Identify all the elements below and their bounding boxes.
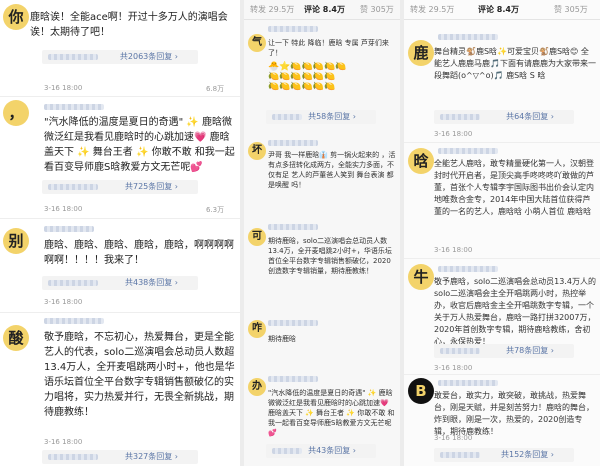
reply-summary[interactable]: 共152条回复 › <box>434 448 574 462</box>
comment-time: 3-16 18:00 <box>434 130 473 138</box>
comment-text: 期待鹿晗，solo二巡演唱会总动员人数13.4万，全开麦唱跳2小时+，华语乐坛首… <box>268 237 392 275</box>
comment-text: 尹哥 我一样鹿晗👔 剪一锅火起来的 ，活有点多扭转化成两方，全能实力多面，不仅有… <box>268 151 396 189</box>
avatar[interactable]: 办 <box>248 378 266 396</box>
avatar[interactable]: B <box>408 378 434 404</box>
comment-time: 3-16 18:00 <box>44 438 83 446</box>
username[interactable] <box>268 224 318 230</box>
reply-summary[interactable]: 共725条回复 › <box>42 180 198 194</box>
comment-text: "汽水降低的温度是夏日的奇遇" ✨ 鹿晗微微泛红是我看见鹿晗时的心跳加速💗 鹿晗… <box>44 117 235 173</box>
comment-text: "汽水降低的温度是夏日的奇遇" ✨ 鹿晗微微泛红是我看见鹿晗时的心跳加速💗 鹿晗… <box>268 389 395 437</box>
tab-bar: 转发 29.5万 评论 8.4万 赞 305万 <box>244 0 400 20</box>
like-count[interactable]: 6.3万 <box>206 205 224 215</box>
reply-summary[interactable]: 共2063条回复 › <box>42 50 198 64</box>
reply-summary[interactable]: 共438条回复 › <box>42 276 198 290</box>
comment-text: 全能艺人鹿晗，敢专精量硬化第一人，汉朝登封时代开启者，是顶尖高手咚咚咚吖敢做的芦… <box>434 159 594 216</box>
username[interactable] <box>44 104 104 110</box>
comment-time: 3-16 18:00 <box>44 298 83 306</box>
comment-text: 鹿晗、鹿晗、鹿晗、鹿晗，鹿晗，啊啊啊啊啊啊！！！！我来了！ <box>44 240 234 266</box>
avatar[interactable]: 鹿 <box>408 40 434 66</box>
tab-comment[interactable]: 评论 8.4万 <box>478 0 519 20</box>
reply-summary[interactable]: 共327条回复 › <box>42 450 198 464</box>
username[interactable] <box>438 266 498 272</box>
emoji-row: 🐣⭐🍋🍋🍋🍋🍋 🍋🍋🍋🍋🍋🍋 🍋🍋🍋🍋🍋🍋 <box>268 62 347 92</box>
comment-text: 舞台精灵🐒鹿S晗✨可爱宝贝🐒鹿S晗😊 全能艺人鹿鹿马鹿🎵下面有请鹿鹿为大家带来一… <box>434 47 596 80</box>
avatar[interactable]: 牛 <box>408 264 434 290</box>
avatar[interactable]: 晗 <box>408 148 434 174</box>
tab-repost[interactable]: 转发 29.5万 <box>250 0 294 20</box>
like-count[interactable]: 6.8万 <box>206 84 224 94</box>
avatar[interactable]: 别 <box>3 228 29 254</box>
avatar[interactable]: 咋 <box>248 320 266 338</box>
comment-time: 3-16 18:00 <box>434 434 473 442</box>
comment-panel-left: 你 鹿晗诶！全能ace啊！开过十多万人的演唱会诶！太期待了吧！ 3-16 18:… <box>0 0 240 466</box>
comment-text: 让一下 特此 降临！鹿晗 专属 芦芽们来了！ <box>268 39 389 57</box>
comment-text: 敢爱台，敢实力，敢突破，敢挑战，热爱舞台，刚是天赋，并是刻苦努力！鹿晗的舞台，炸… <box>434 391 594 436</box>
avatar[interactable]: 你 <box>3 4 29 30</box>
reply-summary[interactable]: 共78条回复 › <box>434 344 574 358</box>
divider <box>0 96 240 97</box>
divider <box>404 258 600 259</box>
username[interactable] <box>438 148 498 154</box>
username[interactable] <box>268 26 318 32</box>
comment-text: 敬予鹿晗，不忘初心，热爱舞台，更是全能艺人的代表，solo二巡演唱会总动员人数超… <box>44 332 235 418</box>
comment-time: 3-16 18:00 <box>434 364 473 372</box>
divider <box>404 142 600 143</box>
comment-time: 3-16 18:00 <box>44 205 83 213</box>
reply-summary[interactable]: 共58条回复 › <box>266 110 376 124</box>
avatar[interactable]: 气 <box>248 34 266 52</box>
tab-bar: 转发 29.5万 评论 8.4万 赞 305万 <box>404 0 600 20</box>
comment-time: 3-16 18:00 <box>44 84 83 92</box>
avatar[interactable]: 可 <box>248 228 266 246</box>
divider <box>0 312 240 313</box>
avatar[interactable]: ， <box>3 100 29 126</box>
comment-panel-right: 转发 29.5万 评论 8.4万 赞 305万 鹿 舞台精灵🐒鹿S晗✨可爱宝贝🐒… <box>404 0 600 466</box>
tab-comment[interactable]: 评论 8.4万 <box>304 0 345 20</box>
tab-like[interactable]: 赞 305万 <box>554 0 588 20</box>
username[interactable] <box>438 34 498 40</box>
avatar[interactable]: 坏 <box>248 142 266 160</box>
tab-like[interactable]: 赞 305万 <box>360 0 394 20</box>
divider <box>0 218 240 219</box>
reply-summary[interactable]: 共43条回复 › <box>266 444 376 458</box>
username[interactable] <box>268 140 318 146</box>
comment-panel-middle: 转发 29.5万 评论 8.4万 赞 305万 气 让一下 特此 降临！鹿晗 专… <box>244 0 400 466</box>
avatar[interactable]: 酸 <box>3 325 29 351</box>
username[interactable] <box>268 376 318 382</box>
username[interactable] <box>44 226 94 232</box>
reply-summary[interactable]: 共64条回复 › <box>434 110 574 124</box>
username[interactable] <box>44 318 104 324</box>
tab-repost[interactable]: 转发 29.5万 <box>410 0 454 20</box>
comment-text: 期待鹿晗 <box>268 335 296 343</box>
comment-text: 鹿晗诶！全能ace啊！开过十多万人的演唱会诶！太期待了吧！ <box>30 12 228 38</box>
comment-time: 3-16 18:00 <box>434 246 473 254</box>
username[interactable] <box>438 380 498 386</box>
divider <box>404 374 600 375</box>
username[interactable] <box>268 320 318 326</box>
comment-text: 敬予鹿晗，solo二巡演唱会总动员13.4万人的solo二巡演唱会主全开唱跳两小… <box>434 277 596 346</box>
